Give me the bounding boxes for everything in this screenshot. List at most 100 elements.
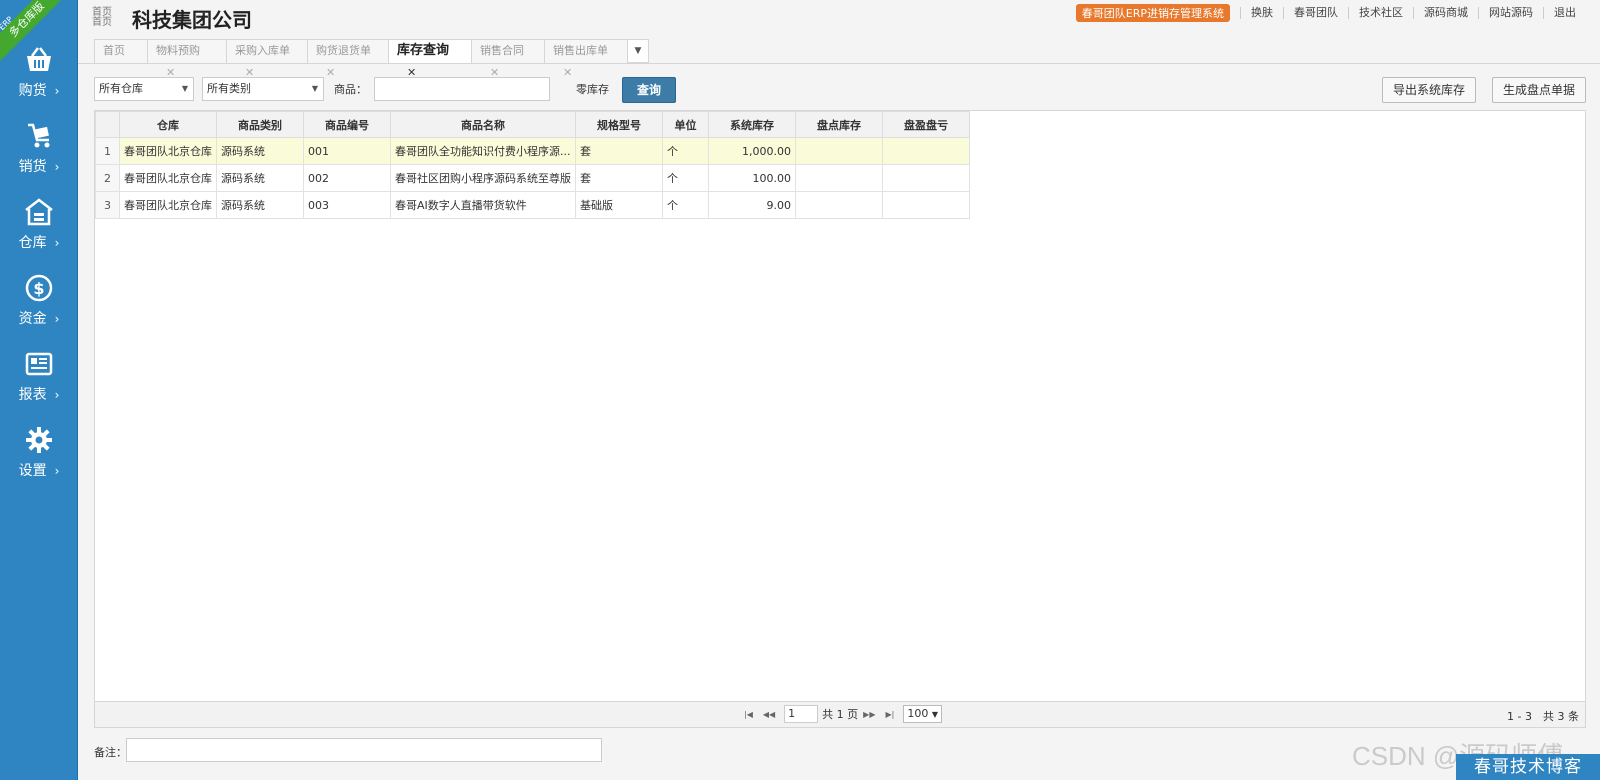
- cart-icon: [28, 123, 50, 148]
- total-pages-text: 共 1 页: [822, 708, 859, 721]
- pagination-bar: |◀ ◀◀ 1 共 1 页 ▶▶ ▶| 100 ▼ 1 - 3 共 3 条: [95, 701, 1585, 727]
- rownum-header: [95, 111, 120, 138]
- tab-bar: 首页 物料预购✕ 采购入库单✕ 购货退货单✕ 库存查询✕ 销售合同✕ 销售出库单…: [94, 39, 649, 79]
- warehouse-select[interactable]: 所有仓库 ▼: [94, 77, 194, 101]
- cell-spec: 基础版: [575, 191, 663, 219]
- table-row[interactable]: 1 春哥团队北京仓库 源码系统 001 春哥团队全功能知识付费小程序源... 套…: [95, 137, 970, 165]
- caret-down-icon: ▼: [181, 84, 188, 93]
- page-number-input[interactable]: 1: [784, 705, 819, 723]
- zero-stock-checkbox[interactable]: 零库存: [576, 81, 609, 97]
- sidebar-item-settings[interactable]: 设置 ›: [0, 426, 78, 496]
- prev-page-icon[interactable]: ◀◀: [763, 710, 775, 719]
- table-row[interactable]: 3 春哥团队北京仓库 源码系统 003 春哥AI数字人直播带货软件 基础版 个 …: [95, 191, 970, 219]
- company-title: 科技集团公司: [132, 8, 252, 32]
- tab-more-dropdown[interactable]: ▼: [627, 39, 649, 63]
- sidebar-item-purchase[interactable]: 购货 ›: [0, 46, 78, 116]
- table-row[interactable]: 2 春哥团队北京仓库 源码系统 002 春哥社区团购小程序源码系统至尊版 套 个…: [95, 164, 970, 192]
- next-page-icon[interactable]: ▶▶: [863, 710, 875, 719]
- column-header[interactable]: 仓库: [119, 111, 217, 138]
- cell-warehouse: 春哥团队北京仓库: [119, 191, 217, 219]
- last-page-icon[interactable]: ▶|: [885, 710, 894, 719]
- inventory-grid: 仓库 商品类别 商品编号 商品名称 规格型号 单位 系统库存 盘点库存 盘盈盘亏…: [94, 110, 1586, 728]
- cell-spec: 套: [575, 137, 663, 165]
- column-header[interactable]: 盘盈盘亏: [882, 111, 970, 138]
- chevron-right-icon: ›: [54, 84, 60, 98]
- filter-bar: 所有仓库 ▼ 所有类别 ▼ 商品： 零库存 查询 导出系统库存 生成盘点单据: [94, 77, 1586, 103]
- sidebar-item-reports[interactable]: 报表 ›: [0, 350, 78, 420]
- remark-label: 备注：: [94, 746, 127, 759]
- record-summary: 1 - 3 共 3 条: [1507, 710, 1579, 723]
- link-logout[interactable]: 退出: [1543, 7, 1586, 19]
- chevron-right-icon: ›: [54, 312, 60, 326]
- page-size-select[interactable]: 100 ▼: [903, 705, 942, 723]
- svg-text:$: $: [33, 279, 44, 298]
- sidebar-item-sales[interactable]: 销货 ›: [0, 122, 78, 192]
- caret-down-icon: ▼: [931, 710, 938, 719]
- table-header-row: 仓库 商品类别 商品编号 商品名称 规格型号 单位 系统库存 盘点库存 盘盈盘亏: [95, 111, 970, 138]
- sidebar: ERP 多仓库版 购货 › 销货 › 仓库 › $ 资金 › 报表 › 设置 ›: [0, 0, 78, 780]
- generate-check-button[interactable]: 生成盘点单据: [1491, 77, 1586, 103]
- column-header[interactable]: 系统库存: [708, 111, 796, 138]
- cell-check-stock[interactable]: [795, 191, 883, 219]
- chevron-right-icon: ›: [54, 388, 60, 402]
- query-button[interactable]: 查询: [622, 77, 676, 103]
- cell-category: 源码系统: [216, 164, 304, 192]
- sidebar-item-label: 资金: [18, 311, 47, 327]
- basket-icon: [27, 47, 51, 71]
- column-header[interactable]: 盘点库存: [795, 111, 883, 138]
- dollar-icon: $: [25, 274, 53, 302]
- cell-spec: 套: [575, 164, 663, 192]
- category-select[interactable]: 所有类别 ▼: [202, 77, 324, 101]
- tab-divider: [78, 63, 1600, 64]
- chevron-right-icon: ›: [54, 464, 60, 478]
- column-header[interactable]: 商品类别: [216, 111, 304, 138]
- tab-label: 购货退货单: [316, 44, 371, 57]
- tab-inventory-query[interactable]: 库存查询✕: [388, 39, 472, 79]
- tab-purchase-inbound[interactable]: 采购入库单✕: [226, 39, 308, 79]
- row-number: 3: [95, 191, 120, 219]
- link-community[interactable]: 技术社区: [1348, 7, 1413, 19]
- inventory-table: 仓库 商品类别 商品编号 商品名称 规格型号 单位 系统库存 盘点库存 盘盈盘亏…: [95, 111, 970, 219]
- chevron-right-icon: ›: [54, 160, 60, 174]
- cell-name: 春哥社区团购小程序源码系统至尊版: [390, 164, 576, 192]
- column-header[interactable]: 商品名称: [390, 111, 576, 138]
- promo-badge[interactable]: 春哥团队ERP进销存管理系统: [1075, 4, 1230, 22]
- product-input[interactable]: [374, 77, 550, 101]
- tab-material-prepurchase[interactable]: 物料预购✕: [147, 39, 227, 79]
- tab-sales-contract[interactable]: 销售合同✕: [471, 39, 545, 79]
- caret-down-icon: ▼: [311, 84, 318, 93]
- sidebar-item-label: 购货: [18, 83, 47, 99]
- column-header[interactable]: 商品编号: [303, 111, 391, 138]
- brand-small-line: 首页: [92, 17, 112, 28]
- cell-system-stock: 1,000.00: [708, 137, 796, 165]
- cell-warehouse: 春哥团队北京仓库: [119, 164, 217, 192]
- cell-diff: [882, 164, 970, 192]
- link-web-source[interactable]: 网站源码: [1478, 7, 1543, 19]
- tab-home[interactable]: 首页: [94, 39, 148, 63]
- link-source-mall[interactable]: 源码商城: [1413, 7, 1478, 19]
- cell-check-stock[interactable]: [795, 137, 883, 165]
- category-select-value: 所有类别: [207, 82, 251, 95]
- top-header: 首页 首页 科技集团公司 春哥团队ERP进销存管理系统 换肤 春哥团队 技术社区…: [78, 0, 1600, 36]
- export-stock-button[interactable]: 导出系统库存: [1381, 77, 1476, 103]
- first-page-icon[interactable]: |◀: [744, 710, 753, 719]
- cell-check-stock[interactable]: [795, 164, 883, 192]
- cell-diff: [882, 191, 970, 219]
- column-header[interactable]: 规格型号: [575, 111, 663, 138]
- link-team[interactable]: 春哥团队: [1283, 7, 1348, 19]
- page-size-value: 100: [907, 707, 929, 720]
- sidebar-item-warehouse[interactable]: 仓库 ›: [0, 198, 78, 268]
- cell-category: 源码系统: [216, 191, 304, 219]
- sidebar-item-label: 设置: [18, 463, 47, 479]
- tab-purchase-return[interactable]: 购货退货单✕: [307, 39, 389, 79]
- remark-input[interactable]: [126, 738, 602, 762]
- cell-warehouse: 春哥团队北京仓库: [119, 137, 217, 165]
- tab-sales-outbound[interactable]: 销售出库单✕: [544, 39, 628, 79]
- cell-system-stock: 100.00: [708, 164, 796, 192]
- cell-code: 003: [303, 191, 391, 219]
- link-skin[interactable]: 换肤: [1240, 7, 1283, 19]
- column-header[interactable]: 单位: [662, 111, 709, 138]
- sidebar-item-funds[interactable]: $ 资金 ›: [0, 274, 78, 344]
- cell-code: 001: [303, 137, 391, 165]
- cell-category: 源码系统: [216, 137, 304, 165]
